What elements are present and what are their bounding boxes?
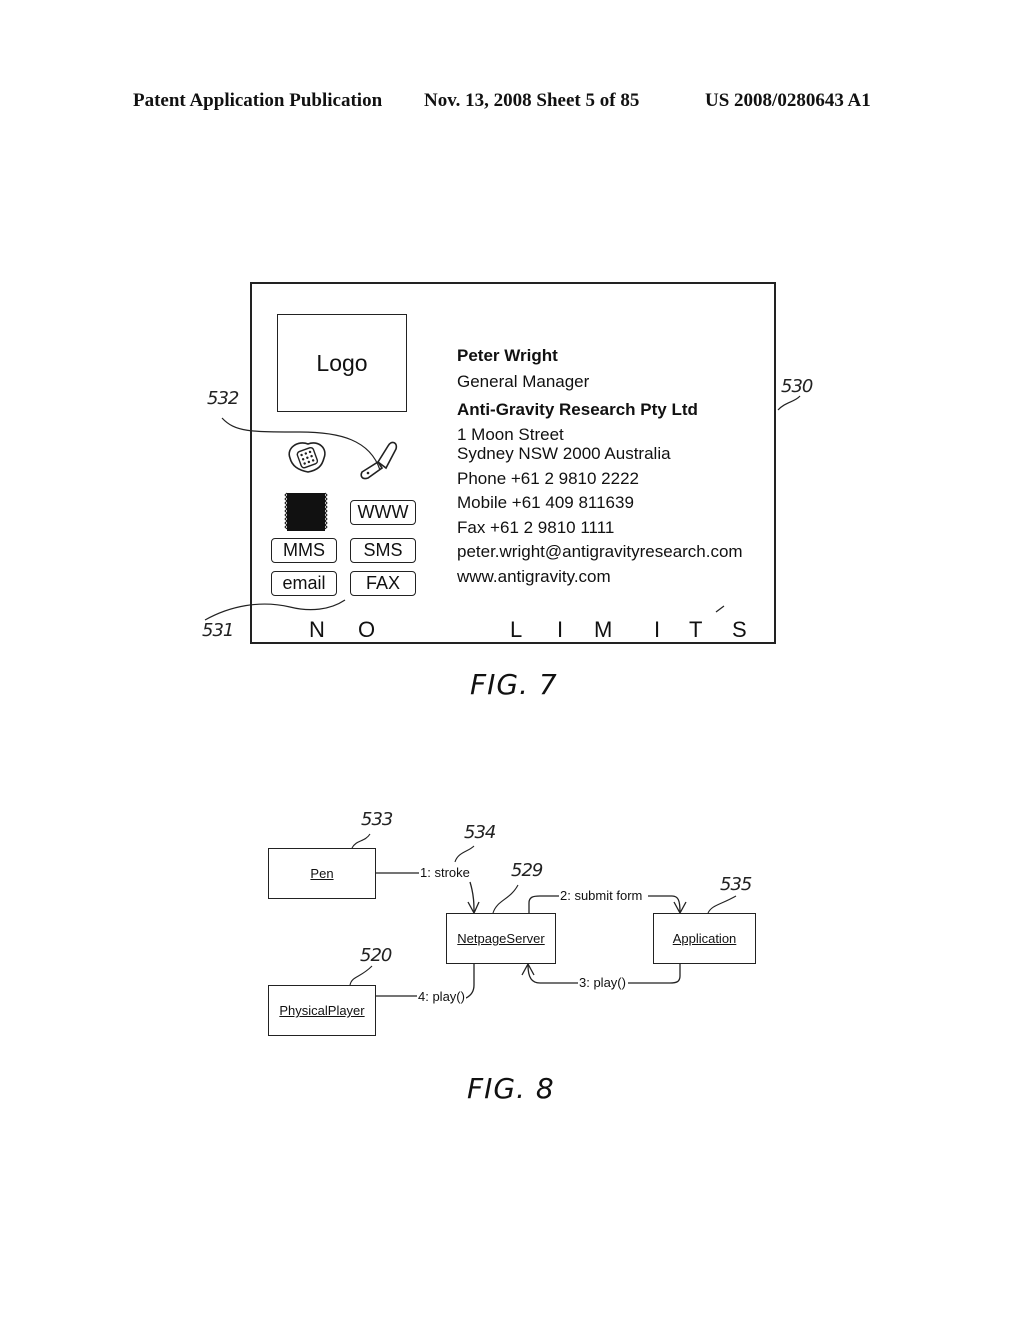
- ref-520: 520: [360, 945, 392, 966]
- netpage-server-label: NetpageServer: [457, 931, 545, 946]
- message-play-3: 3: play(): [578, 975, 627, 990]
- ref-533: 533: [361, 809, 393, 830]
- message-submit-form: 2: submit form: [559, 888, 644, 903]
- connector-submit-form: [528, 895, 560, 913]
- fig8-connectors: [346, 833, 737, 1003]
- object-application[interactable]: Application: [653, 913, 756, 964]
- connector-play-4: [465, 964, 475, 999]
- ref-529: 529: [511, 860, 543, 881]
- ref-534: 534: [464, 822, 496, 843]
- object-physical-player[interactable]: PhysicalPlayer: [268, 985, 376, 1036]
- message-play-4: 4: play(): [417, 989, 466, 1004]
- object-pen[interactable]: Pen: [268, 848, 376, 899]
- ref-535: 535: [720, 874, 752, 895]
- object-netpage-server[interactable]: NetpageServer: [446, 913, 556, 964]
- application-label: Application: [672, 931, 737, 946]
- message-stroke: 1: stroke: [419, 865, 471, 880]
- fig8-label: FIG. 8: [467, 1072, 555, 1105]
- physical-player-label: PhysicalPlayer: [279, 1003, 365, 1018]
- connector-play-3: [628, 964, 681, 984]
- pen-label: Pen: [310, 866, 334, 881]
